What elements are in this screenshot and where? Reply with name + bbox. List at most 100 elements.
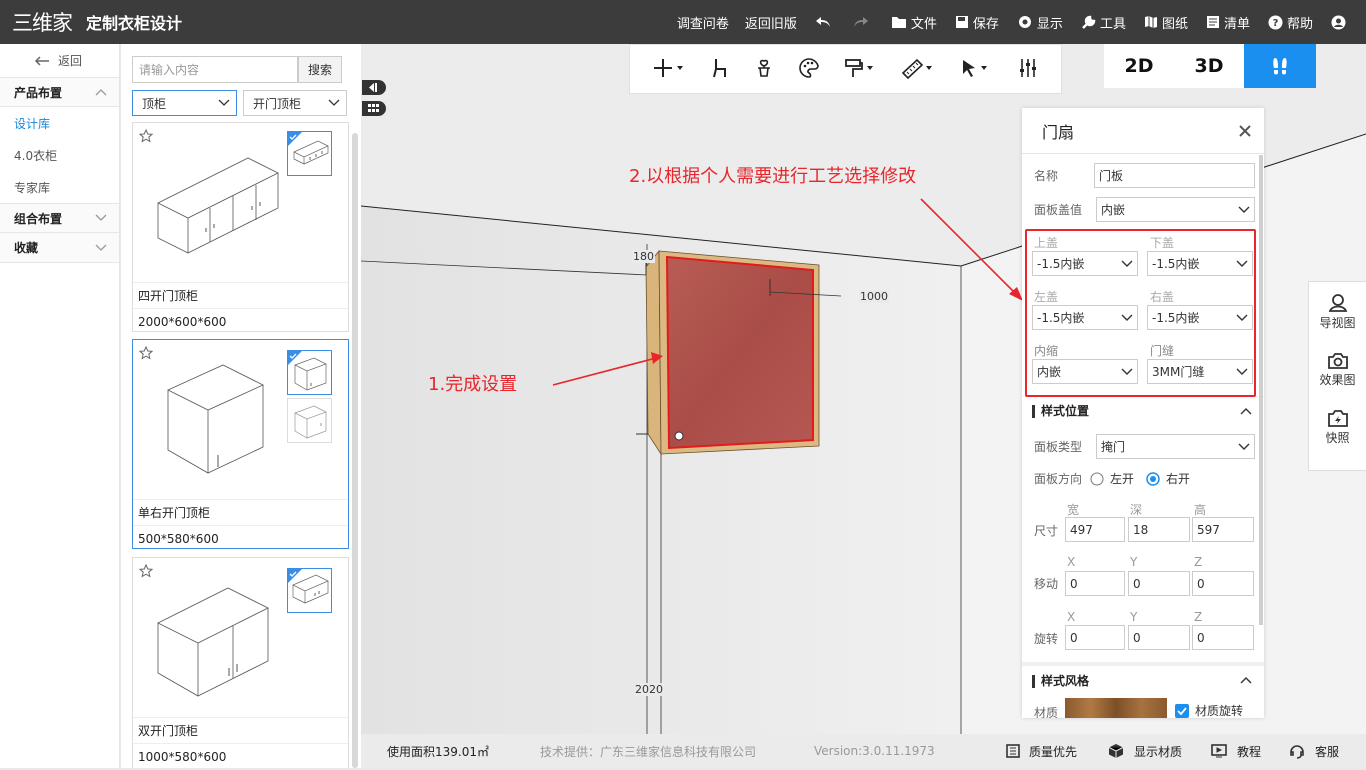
dir-right-radio[interactable]: 右开 [1146, 470, 1190, 487]
product-card[interactable]: 四开门顶柜 2000*600*600 [132, 122, 349, 332]
product-name: 四开门顶柜 [133, 283, 348, 309]
chevron-down-icon [95, 214, 107, 221]
add-tool[interactable] [652, 57, 686, 82]
quality-icon [1006, 744, 1020, 758]
plant-tool[interactable] [754, 57, 774, 82]
navigation-view-button[interactable]: 导视图 [1309, 282, 1366, 340]
variant-thumbnail[interactable] [287, 131, 332, 176]
star-icon[interactable] [139, 129, 153, 143]
menu-help[interactable]: ? 帮助 [1268, 13, 1313, 32]
quality-button[interactable]: 质量优先 [1005, 734, 1077, 768]
material-swatch[interactable] [1065, 698, 1167, 718]
menu-old-version[interactable]: 返回旧版 [745, 13, 797, 32]
cover-select[interactable]: 内嵌 [1096, 197, 1255, 222]
redo-button[interactable] [853, 15, 873, 29]
search-input[interactable]: 请输入内容 [132, 56, 298, 83]
product-card-selected[interactable]: 单右开门顶柜 500*580*600 [132, 339, 349, 549]
search-button[interactable]: 搜索 [298, 56, 342, 83]
rotate-label: 旋转 [1034, 632, 1059, 646]
grid-toggle-button[interactable] [362, 101, 386, 116]
menu-survey[interactable]: 调查问卷 [677, 13, 729, 32]
chevron-up-icon [95, 89, 107, 96]
menu-save[interactable]: 保存 [955, 13, 999, 32]
app-logo[interactable]: 三维家 定制衣柜设计 [12, 8, 182, 36]
rotate-y-field[interactable]: 0 [1128, 625, 1190, 650]
style-section[interactable]: 样式风格 [1022, 662, 1264, 694]
tutorial-button[interactable]: 教程 [1211, 734, 1261, 768]
variant-thumbnail[interactable] [287, 398, 332, 443]
nav-group-combo-layout[interactable]: 组合布置 [0, 203, 119, 233]
close-icon[interactable] [1238, 124, 1252, 138]
menu-file[interactable]: 文件 [891, 13, 937, 32]
rotate-x-field[interactable]: 0 [1065, 625, 1125, 650]
product-thumbnail[interactable] [133, 558, 348, 718]
material-rotate-label: 材质旋转 [1195, 704, 1244, 718]
menu-list[interactable]: 清单 [1206, 13, 1250, 32]
adjust-tool[interactable] [1017, 57, 1039, 82]
chair-tool[interactable] [710, 57, 730, 82]
width-value: 497 [1070, 522, 1093, 537]
move-y-field[interactable]: 0 [1128, 571, 1190, 596]
style-position-section[interactable]: 样式位置 [1022, 396, 1264, 424]
undo-icon [815, 17, 830, 27]
cover-row: 面板盖值 内嵌 [1034, 197, 1255, 222]
height-value: 597 [1197, 522, 1220, 537]
view-walkthrough-button[interactable] [1244, 44, 1316, 88]
menu-drawings[interactable]: 图纸 [1144, 13, 1188, 32]
dir-left-label: 左开 [1110, 472, 1135, 486]
collapse-panel-button[interactable] [362, 80, 386, 95]
show-material-button[interactable]: 显示材质 [1108, 734, 1182, 768]
service-button[interactable]: 客服 [1289, 734, 1339, 768]
product-thumbnail[interactable] [133, 340, 348, 500]
nav-item-design-library[interactable]: 设计库 [0, 107, 119, 139]
snapshot-button[interactable]: 快照 [1309, 398, 1366, 456]
variant-thumbnail[interactable] [287, 568, 332, 613]
panel-type-select[interactable]: 掩门 [1096, 434, 1255, 459]
rotate-z-field[interactable]: 0 [1192, 625, 1254, 650]
view-2d-button[interactable]: 2D [1104, 44, 1174, 88]
menu-tools[interactable]: 工具 [1081, 13, 1126, 32]
category-select[interactable]: 顶柜 [132, 90, 237, 116]
nav-item-expert-library[interactable]: 专家库 [0, 171, 119, 203]
star-icon[interactable] [139, 564, 153, 578]
name-value: 门板 [1099, 169, 1124, 183]
depth-field[interactable]: 18 [1128, 517, 1190, 542]
product-card[interactable]: 双开门顶柜 1000*580*600 [132, 557, 349, 768]
nav-item-wardrobe-4[interactable]: 4.0衣柜 [0, 139, 119, 171]
nav-group-favorites[interactable]: 收藏 [0, 233, 119, 263]
chevron-down-icon [1238, 206, 1250, 213]
dir-left-radio[interactable]: 左开 [1090, 470, 1134, 487]
undo-button[interactable] [815, 15, 835, 29]
paint-roller-tool[interactable] [843, 57, 877, 82]
menu-display[interactable]: 显示 [1017, 13, 1063, 32]
view-3d-button[interactable]: 3D [1174, 44, 1244, 88]
name-label: 名称 [1034, 169, 1059, 183]
height-field[interactable]: 597 [1192, 517, 1254, 542]
render-button[interactable]: 效果图 [1309, 340, 1366, 398]
back-button[interactable]: 返回 [0, 44, 119, 77]
nav-group-label: 收藏 [14, 241, 39, 255]
width-field[interactable]: 497 [1065, 517, 1125, 542]
select-tool[interactable] [959, 57, 993, 82]
product-thumbnail[interactable] [133, 123, 348, 283]
variant-thumbnail[interactable] [287, 350, 332, 395]
catalog-scrollbar[interactable] [352, 133, 358, 768]
name-field[interactable]: 门板 [1094, 163, 1255, 188]
chevron-down-icon [95, 244, 107, 251]
user-button[interactable] [1331, 15, 1350, 30]
move-x-field[interactable]: 0 [1065, 571, 1125, 596]
ruler-tool[interactable] [901, 57, 935, 82]
move-z-field[interactable]: 0 [1192, 571, 1254, 596]
checkbox-checked-icon [1175, 703, 1189, 718]
cover-value: 内嵌 [1101, 203, 1126, 217]
width-label: 宽 [1067, 503, 1080, 517]
chevron-up-icon [1240, 407, 1252, 414]
menu-tools-label: 工具 [1099, 16, 1126, 32]
snapshot-label: 快照 [1325, 430, 1350, 445]
star-icon[interactable] [139, 346, 153, 360]
palette-tool[interactable] [798, 57, 820, 82]
subcategory-select[interactable]: 开门顶柜 [243, 90, 347, 116]
material-rotate-checkbox[interactable]: 材质旋转 [1175, 702, 1243, 718]
panel-scrollbar[interactable] [1259, 155, 1263, 625]
nav-group-product-layout[interactable]: 产品布置 [0, 77, 119, 107]
